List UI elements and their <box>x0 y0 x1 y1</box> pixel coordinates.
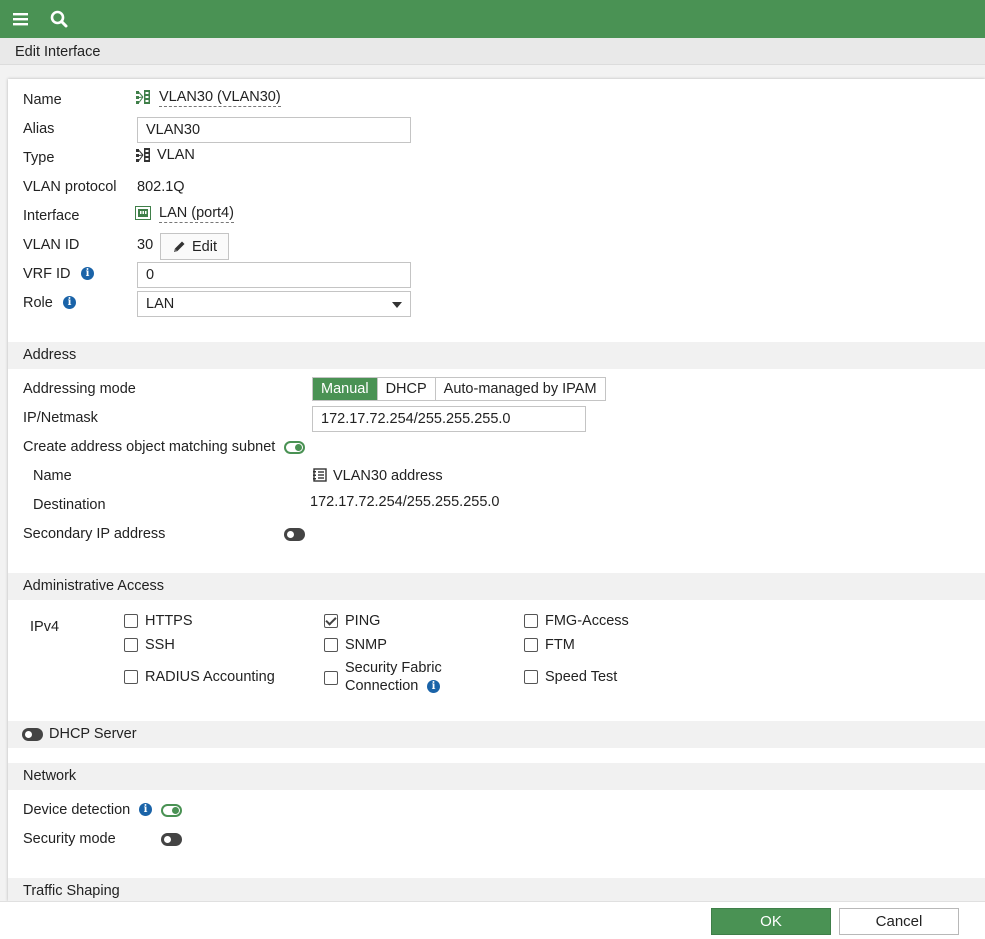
name-label: Name <box>23 92 62 108</box>
ssh-checkbox[interactable] <box>124 638 138 652</box>
name-value[interactable]: VLAN30 (VLAN30) <box>159 89 281 107</box>
security-fabric-label-line2: Connection <box>345 678 419 694</box>
search-icon[interactable] <box>49 9 69 29</box>
cancel-button[interactable]: Cancel <box>839 908 959 935</box>
snmp-checkbox[interactable] <box>324 638 338 652</box>
object-name-value: VLAN30 address <box>333 468 443 484</box>
address-section-title: Address <box>23 347 77 363</box>
vrf-id-label: VRF ID <box>23 266 71 282</box>
info-icon[interactable]: i <box>63 296 76 309</box>
create-address-object-toggle[interactable] <box>284 441 305 454</box>
role-label: Role <box>23 295 53 311</box>
network-section-header: Network <box>8 763 985 790</box>
alias-label: Alias <box>23 121 55 137</box>
speed-test-checkbox[interactable] <box>524 670 538 684</box>
vlan-type-icon <box>136 148 150 162</box>
https-checkbox[interactable] <box>124 614 138 628</box>
security-mode-toggle[interactable] <box>161 833 182 846</box>
vlan-protocol-label: VLAN protocol <box>23 179 117 195</box>
speed-test-label: Speed Test <box>545 669 618 685</box>
top-bar <box>0 0 985 38</box>
radius-accounting-checkbox[interactable] <box>124 670 138 684</box>
admin-access-section-title: Administrative Access <box>23 578 165 594</box>
page-title: Edit Interface <box>15 44 101 60</box>
addressing-mode-label: Addressing mode <box>23 381 136 397</box>
role-selected-value: LAN <box>146 296 175 312</box>
security-fabric-checkbox[interactable] <box>324 671 338 685</box>
dhcp-server-label: DHCP Server <box>49 726 137 742</box>
destination-label: Destination <box>33 497 106 513</box>
interface-value[interactable]: LAN (port4) <box>159 205 234 223</box>
port-icon <box>135 206 151 220</box>
ftm-label: FTM <box>545 637 575 653</box>
edit-interface-panel: Name VLAN30 (VLAN30) Alias Type VLAN VLA… <box>8 79 985 901</box>
traffic-shaping-section-title: Traffic Shaping <box>23 883 120 899</box>
mode-dhcp-option[interactable]: DHCP <box>378 378 436 400</box>
vlan-interface-icon <box>136 90 150 104</box>
chevron-down-icon <box>392 302 402 308</box>
https-label: HTTPS <box>145 613 193 629</box>
ipv4-label: IPv4 <box>30 619 60 635</box>
address-section-header: Address <box>8 342 985 369</box>
device-detection-toggle[interactable] <box>161 804 182 817</box>
mode-manual-option[interactable]: Manual <box>313 378 378 400</box>
ok-button[interactable]: OK <box>711 908 831 935</box>
security-fabric-label-line1: Security Fabric <box>345 660 442 676</box>
secondary-ip-label: Secondary IP address <box>23 526 166 542</box>
pencil-icon <box>174 241 185 252</box>
info-icon[interactable]: i <box>427 680 440 693</box>
security-mode-label: Security mode <box>23 831 116 847</box>
info-icon[interactable]: i <box>139 803 152 816</box>
secondary-ip-toggle[interactable] <box>284 528 305 541</box>
address-object-icon <box>313 468 327 482</box>
network-section-title: Network <box>23 768 77 784</box>
fmg-access-label: FMG-Access <box>545 613 629 629</box>
vlan-protocol-value: 802.1Q <box>137 179 185 195</box>
ssh-label: SSH <box>145 637 175 653</box>
edit-button-label: Edit <box>192 238 217 255</box>
ftm-checkbox[interactable] <box>524 638 538 652</box>
create-address-object-label: Create address object matching subnet <box>23 439 276 455</box>
alias-input[interactable] <box>137 117 411 143</box>
info-icon[interactable]: i <box>81 267 94 280</box>
type-label: Type <box>23 150 55 166</box>
addressing-mode-selector: Manual DHCP Auto-managed by IPAM <box>312 377 606 401</box>
traffic-shaping-section-header: Traffic Shaping <box>8 878 985 901</box>
vlan-id-label: VLAN ID <box>23 237 80 253</box>
device-detection-label: Device detection <box>23 802 131 818</box>
vlan-id-value: 30 <box>137 237 154 253</box>
dialog-footer <box>0 901 985 939</box>
admin-access-section-header: Administrative Access <box>8 573 985 600</box>
dhcp-server-section-header: DHCP Server <box>8 721 985 748</box>
dialog-title-bar: Edit Interface <box>0 38 985 65</box>
dhcp-server-toggle[interactable] <box>22 728 43 741</box>
fmg-access-checkbox[interactable] <box>524 614 538 628</box>
ping-label: PING <box>345 613 381 629</box>
object-name-label: Name <box>33 468 72 484</box>
interface-label: Interface <box>23 208 80 224</box>
role-select[interactable]: LAN <box>137 291 411 317</box>
destination-value: 172.17.72.254/255.255.255.0 <box>310 494 500 510</box>
edit-vlan-id-button[interactable]: Edit <box>160 233 229 260</box>
ip-netmask-label: IP/Netmask <box>23 410 98 426</box>
hamburger-icon[interactable] <box>11 9 31 29</box>
ping-checkbox[interactable] <box>324 614 338 628</box>
vrf-id-input[interactable] <box>137 262 411 288</box>
ip-netmask-input[interactable] <box>312 406 586 432</box>
radius-accounting-label: RADIUS Accounting <box>145 669 275 685</box>
snmp-label: SNMP <box>345 637 387 653</box>
type-value: VLAN <box>157 147 195 163</box>
mode-ipam-option[interactable]: Auto-managed by IPAM <box>436 378 605 400</box>
